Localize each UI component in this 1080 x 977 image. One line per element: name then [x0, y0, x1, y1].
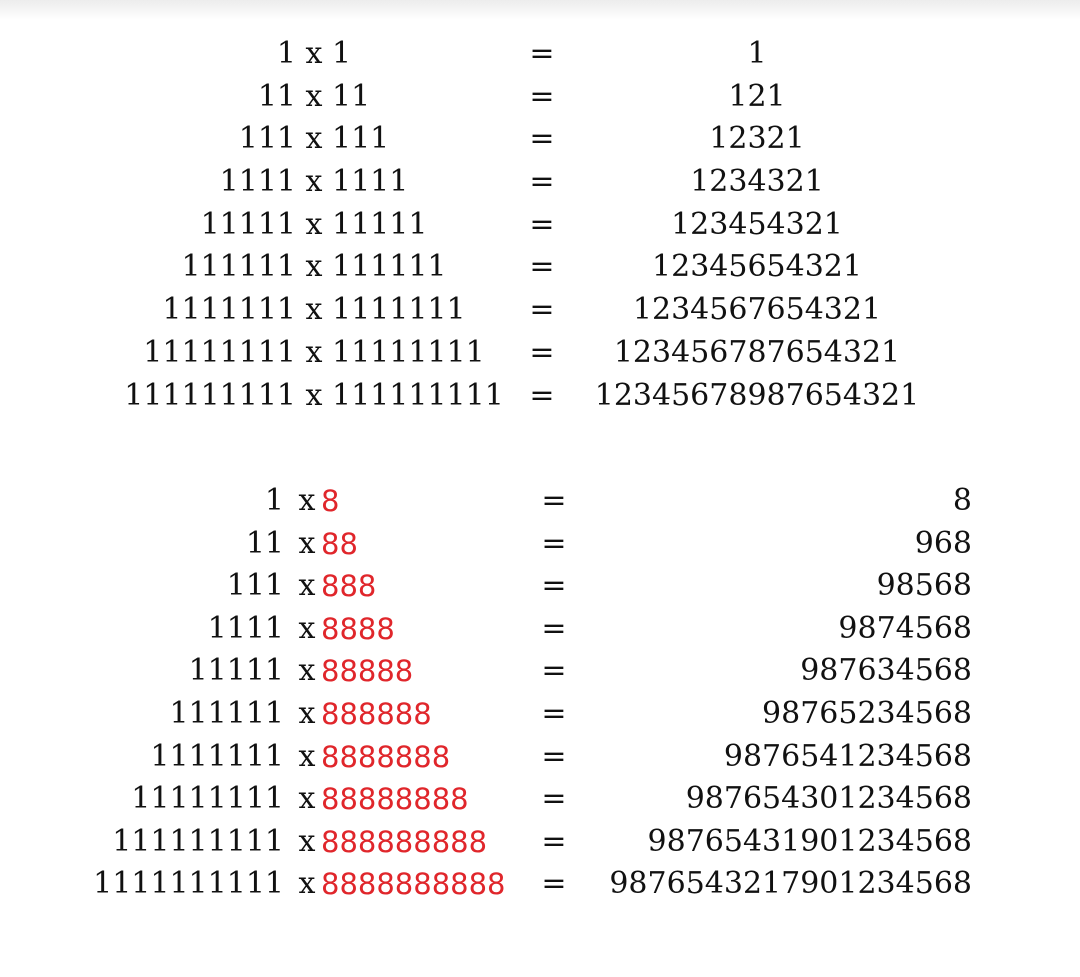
- expression: 11111111 x 11111111: [143, 334, 485, 370]
- result: 12345654321: [652, 249, 862, 285]
- times-sign: x: [298, 653, 316, 689]
- times-sign: x: [298, 610, 316, 646]
- expression: 111 x 111: [238, 121, 390, 157]
- expression: 11111 x 11111: [200, 206, 428, 242]
- expression: 11 x 11: [257, 78, 371, 114]
- result: 8: [952, 483, 972, 518]
- expression: 1 x 1: [276, 36, 352, 71]
- table-row: 1111 x 8888 = 9874568: [0, 608, 1080, 651]
- equals-sign: =: [541, 781, 567, 817]
- left-operand: 11111: [188, 653, 284, 689]
- result: 9874568: [838, 610, 972, 646]
- red-multiplier: 888888: [321, 696, 432, 731]
- red-multiplier: 8: [321, 484, 340, 518]
- left-operand: 1111111: [150, 738, 284, 774]
- result: 987654301234568: [685, 781, 972, 817]
- red-multiplier: 8888: [321, 611, 395, 646]
- red-multiplier: 8888888: [321, 739, 451, 774]
- left-operand: 111: [226, 568, 284, 604]
- equals-sign: =: [541, 483, 567, 518]
- result: 1234567654321: [632, 292, 882, 328]
- top-shadow-bar: [0, 0, 1080, 20]
- times-sign: x: [298, 738, 316, 774]
- ones-multiplication-table: 1 x 1 = 1 11 x 11 = 121 111 x 111 = 1232…: [0, 33, 1080, 417]
- result: 121: [728, 78, 786, 114]
- result: 98765234568: [762, 695, 972, 731]
- left-operand: 111111: [169, 695, 284, 731]
- equals-sign: =: [541, 695, 567, 731]
- table-row: 11 x 88 = 968: [0, 523, 1080, 566]
- equals-sign: =: [529, 164, 555, 200]
- equals-sign: =: [541, 568, 567, 604]
- times-sign: x: [298, 568, 316, 604]
- eights-multiplication-table: 1 x 8 = 8 11 x 88 = 968 111 x 888 = 9856…: [0, 480, 1080, 906]
- red-multiplier: 8888888888: [321, 867, 506, 902]
- equals-sign: =: [529, 249, 555, 285]
- table-row: 11111 x 88888 = 987634568: [0, 650, 1080, 693]
- result: 123454321: [671, 206, 843, 242]
- result: 9876543217901234568: [609, 866, 972, 902]
- result: 123456787654321: [613, 334, 901, 370]
- result: 9876541234568: [723, 738, 972, 774]
- table-row: 11 x 11 = 121: [0, 76, 1080, 119]
- expression: 111111 x 111111: [181, 249, 447, 285]
- result: 1234321: [690, 164, 824, 200]
- table-row: 111111 x 888888 = 98765234568: [0, 693, 1080, 736]
- red-multiplier: 888888888: [321, 824, 488, 859]
- equals-sign: =: [541, 823, 567, 859]
- result: 98765431901234568: [647, 823, 972, 859]
- table-row: 1111111 x 8888888 = 9876541234568: [0, 736, 1080, 779]
- table-row: 111 x 111 = 12321: [0, 118, 1080, 161]
- left-operand: 111111111: [112, 823, 284, 859]
- equals-sign: =: [529, 292, 555, 328]
- left-operand: 1: [264, 483, 284, 518]
- result: 12321: [709, 121, 805, 157]
- table-row: 1111111111 x 8888888888 = 98765432179012…: [0, 863, 1080, 906]
- red-multiplier: 888: [321, 569, 377, 604]
- equals-sign: =: [541, 738, 567, 774]
- result: 12345678987654321: [594, 377, 920, 413]
- table-row: 111111 x 111111 = 12345654321: [0, 246, 1080, 289]
- equals-sign: =: [529, 36, 555, 71]
- table-row: 111111111 x 888888888 = 9876543190123456…: [0, 821, 1080, 864]
- table-row: 1 x 1 = 1: [0, 33, 1080, 76]
- equals-sign: =: [541, 653, 567, 689]
- times-sign: x: [298, 695, 316, 731]
- red-multiplier: 88888888: [321, 782, 469, 817]
- table-row: 1111 x 1111 = 1234321: [0, 161, 1080, 204]
- result: 98568: [876, 568, 972, 604]
- table-row: 111 x 888 = 98568: [0, 565, 1080, 608]
- equals-sign: =: [529, 78, 555, 114]
- times-sign: x: [298, 483, 316, 518]
- result: 1: [747, 36, 767, 71]
- times-sign: x: [298, 823, 316, 859]
- times-sign: x: [298, 781, 316, 817]
- left-operand: 11111111: [131, 781, 284, 817]
- result: 987634568: [800, 653, 972, 689]
- expression: 1111111 x 1111111: [162, 292, 466, 328]
- equals-sign: =: [541, 610, 567, 646]
- red-multiplier: 88: [321, 526, 358, 561]
- red-multiplier: 88888: [321, 654, 414, 689]
- equals-sign: =: [541, 525, 567, 561]
- times-sign: x: [298, 866, 316, 902]
- equals-sign: =: [529, 334, 555, 370]
- table-row: 1111111 x 1111111 = 1234567654321: [0, 289, 1080, 332]
- equals-sign: =: [529, 206, 555, 242]
- left-operand: 1111111111: [93, 866, 284, 902]
- expression: 1111 x 1111: [219, 164, 409, 200]
- left-operand: 1111: [207, 610, 284, 646]
- expression: 111111111 x 111111111: [124, 377, 504, 413]
- left-operand: 11: [245, 525, 284, 561]
- equals-sign: =: [541, 866, 567, 902]
- table-row: 111111111 x 111111111 = 1234567898765432…: [0, 375, 1080, 418]
- equals-sign: =: [529, 377, 555, 413]
- table-row: 11111111 x 88888888 = 987654301234568: [0, 778, 1080, 821]
- table-row: 11111 x 11111 = 123454321: [0, 204, 1080, 247]
- result: 968: [914, 525, 972, 561]
- times-sign: x: [298, 525, 316, 561]
- table-row: 11111111 x 11111111 = 123456787654321: [0, 332, 1080, 375]
- equals-sign: =: [529, 121, 555, 157]
- table-row: 1 x 8 = 8: [0, 480, 1080, 523]
